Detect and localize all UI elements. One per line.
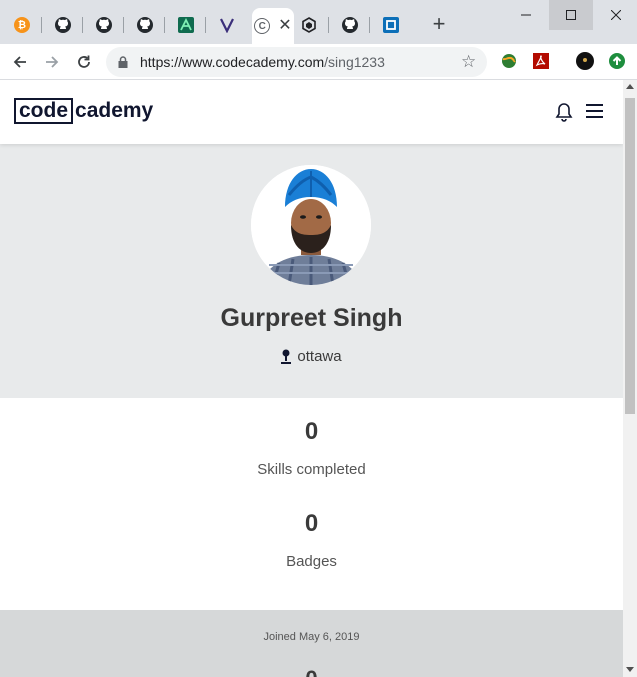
location-pin-icon — [281, 349, 292, 364]
github-icon — [96, 17, 112, 33]
browser-tab[interactable] — [136, 9, 154, 41]
tab-close-icon[interactable]: ✕ — [278, 18, 291, 34]
badges-count: 0 — [304, 510, 319, 537]
reload-icon — [78, 55, 90, 68]
arrow-left-icon — [13, 56, 26, 68]
shield-app-icon — [219, 17, 235, 33]
profile-location: ottawa — [0, 348, 623, 365]
skills-completed-label: Skills completed — [257, 461, 366, 478]
skills-completed-count: 0 — [304, 418, 319, 445]
hamburger-menu-icon[interactable] — [586, 104, 603, 119]
browser-tab[interactable] — [300, 9, 318, 41]
joined-date: Joined May 6, 2019 — [263, 631, 360, 643]
logo-code-box: code — [14, 98, 74, 124]
forward-button[interactable] — [40, 50, 64, 74]
browser-tab[interactable] — [382, 9, 400, 41]
profile-header: Gurpreet Singh ottawa — [0, 144, 623, 398]
browser-tab[interactable] — [218, 9, 236, 41]
tab-separator — [369, 17, 370, 33]
scroll-thumb[interactable] — [625, 98, 635, 414]
scroll-up-arrow-icon[interactable] — [626, 84, 634, 89]
site-header: code cademy — [0, 80, 623, 144]
browser-tab[interactable] — [95, 9, 113, 41]
pdf-extension-icon[interactable] — [532, 52, 550, 70]
green-app-icon — [178, 17, 194, 33]
tab-separator — [123, 17, 124, 33]
blue-square-icon — [383, 17, 399, 33]
bookmark-star-icon[interactable]: ☆ — [461, 53, 476, 71]
maximize-button[interactable] — [549, 0, 593, 30]
logo-cademy-text: cademy — [75, 99, 154, 122]
tab-separator — [164, 17, 165, 33]
maximize-icon — [566, 10, 576, 20]
close-icon — [611, 10, 621, 20]
codecademy-logo[interactable]: code cademy — [14, 97, 153, 125]
page-viewport: code cademy Gurpreet Singh ottawa 0 Skil… — [0, 80, 623, 677]
browser-tabstrip: ₿ C ✕ + — [0, 0, 637, 44]
activity-count: 0 — [0, 666, 623, 677]
avatar — [251, 165, 371, 285]
reload-button[interactable] — [72, 50, 96, 74]
extension-globe-icon[interactable] — [500, 52, 518, 70]
github-icon — [137, 17, 153, 33]
bitcoin-icon: ₿ — [14, 17, 30, 33]
notification-bell-icon[interactable] — [555, 102, 573, 122]
browser-tab[interactable] — [177, 9, 195, 41]
url-host: https://www.codecademy.com — [140, 54, 325, 70]
back-button[interactable] — [8, 50, 32, 74]
profile-extension-icon[interactable] — [576, 52, 594, 70]
browser-tab[interactable] — [54, 9, 72, 41]
joined-section: Joined May 6, 2019 0 — [0, 610, 623, 677]
location-text: ottawa — [297, 348, 342, 365]
minimize-button[interactable] — [504, 0, 548, 30]
cube-icon — [301, 17, 317, 33]
update-extension-icon[interactable] — [608, 52, 626, 70]
profile-name: Gurpreet Singh — [220, 304, 403, 332]
tab-separator — [205, 17, 206, 33]
browser-toolbar: https://www.codecademy.com/sing1233 ☆ — [0, 44, 637, 80]
window-close-button[interactable] — [594, 0, 637, 30]
codecademy-tab-icon: C — [254, 18, 271, 34]
tab-separator — [328, 17, 329, 33]
badges-label: Badges — [286, 553, 337, 570]
new-tab-button[interactable]: + — [428, 13, 450, 35]
scroll-down-arrow-icon[interactable] — [626, 667, 634, 672]
url-path: /sing1233 — [324, 54, 385, 70]
browser-tab[interactable]: ₿ — [13, 9, 31, 41]
tab-separator — [41, 17, 42, 33]
arrow-right-icon — [46, 56, 59, 68]
browser-tab[interactable] — [341, 9, 359, 41]
github-icon — [55, 17, 71, 33]
address-bar[interactable]: https://www.codecademy.com/sing1233 ☆ — [106, 47, 487, 77]
lock-icon — [118, 56, 128, 68]
minimize-icon — [521, 14, 531, 16]
page-scrollbar[interactable] — [623, 80, 637, 677]
tab-separator — [82, 17, 83, 33]
browser-tab[interactable]: C ✕ — [252, 8, 294, 44]
url-text: https://www.codecademy.com/sing1233 — [140, 54, 385, 70]
stats-section: 0 Skills completed 0 Badges — [0, 398, 623, 610]
github-icon — [342, 17, 358, 33]
